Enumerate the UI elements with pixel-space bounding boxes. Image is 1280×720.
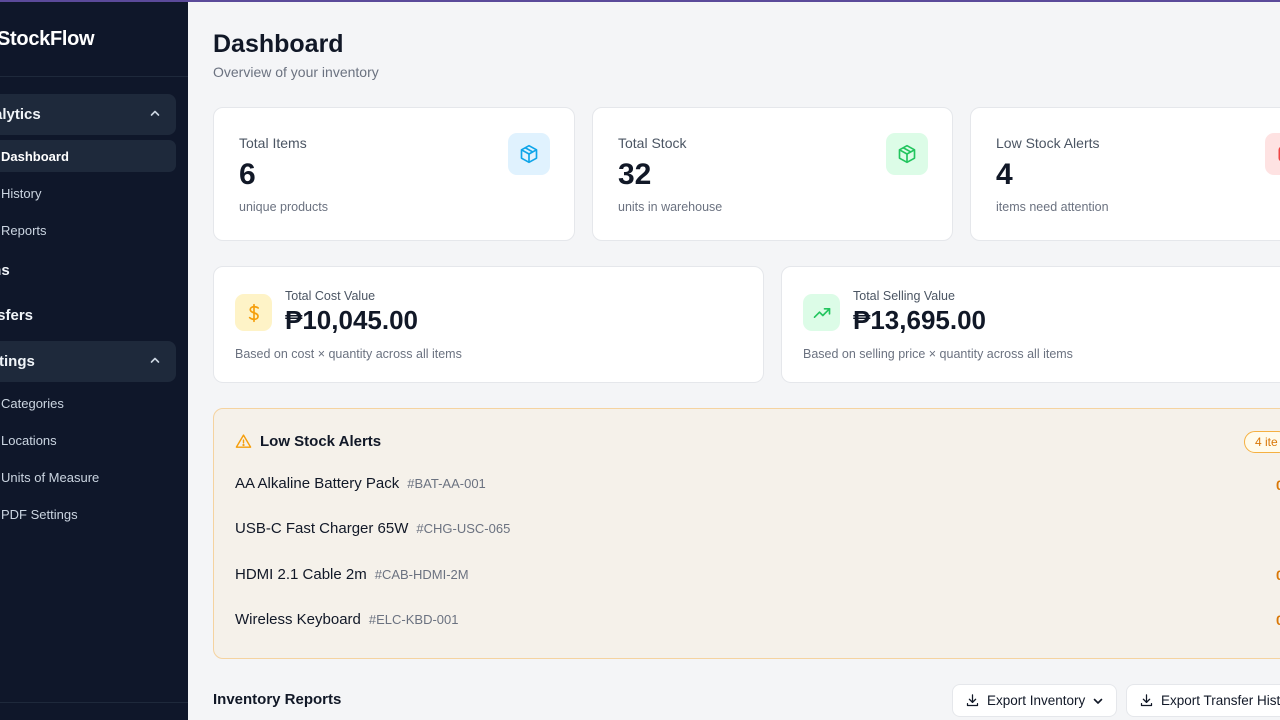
sidebar-item-locations[interactable]: Locations: [0, 424, 57, 456]
cube-icon: [508, 133, 550, 175]
sidebar-item-items[interactable]: ms: [0, 262, 10, 279]
sidebar-item-label: PDF Settings: [1, 506, 78, 522]
sidebar-item-dashboard[interactable]: Dashboard: [0, 140, 176, 172]
stat-card-total-stock: Total Stock 32 units in warehouse: [592, 107, 953, 241]
dollar-icon: [235, 294, 272, 331]
inventory-reports-title: Inventory Reports: [213, 691, 342, 708]
sidebar-group-label: ttings: [0, 353, 35, 370]
stat-sublabel: unique products: [239, 200, 328, 214]
sidebar-group-settings[interactable]: ttings: [0, 341, 176, 382]
sidebar-item-label: Categories: [1, 395, 64, 411]
stat-sublabel: units in warehouse: [618, 200, 723, 214]
sidebar-group-analytics[interactable]: alytics: [0, 94, 176, 135]
value-card-total-cost: Total Cost Value ₱10,045.00 Based on cos…: [213, 266, 764, 383]
list-item[interactable]: AA Alkaline Battery Pack #BAT-AA-001: [235, 475, 486, 492]
stat-card-total-items: Total Items 6 unique products: [213, 107, 575, 241]
sidebar-item-reports[interactable]: Reports: [0, 214, 47, 246]
item-name: USB-C Fast Charger 65W: [235, 520, 409, 537]
item-sku: #BAT-AA-001: [407, 476, 486, 491]
value-note: Based on cost × quantity across all item…: [235, 347, 462, 361]
item-name: Wireless Keyboard: [235, 611, 361, 628]
low-stock-alerts-title: Low Stock Alerts: [260, 433, 382, 450]
stat-label: Total Items: [239, 135, 307, 151]
warning-icon: [235, 434, 252, 448]
alert-icon: [1265, 133, 1280, 175]
stat-label: Low Stock Alerts: [996, 135, 1100, 151]
item-sku: #ELC-KBD-001: [368, 612, 459, 627]
sidebar-item-pdf-settings[interactable]: PDF Settings: [0, 498, 78, 530]
low-stock-alerts-panel: Low Stock Alerts 4 ite AA Alkaline Batte…: [213, 408, 1280, 659]
list-item[interactable]: Wireless Keyboard #ELC-KBD-001: [235, 611, 459, 628]
item-quantity: 0: [1276, 477, 1280, 493]
stat-label: Total Stock: [618, 135, 687, 151]
item-quantity: 0: [1276, 612, 1280, 628]
value-label: Total Cost Value: [285, 289, 376, 303]
chevron-down-icon: [1093, 698, 1103, 704]
download-icon: [1140, 694, 1153, 707]
page-title: Dashboard: [213, 30, 344, 58]
sidebar-item-label: History: [1, 185, 42, 201]
export-inventory-label: Export Inventory: [987, 693, 1086, 708]
list-item[interactable]: HDMI 2.1 Cable 2m #CAB-HDMI-2M: [235, 566, 469, 583]
app-logo[interactable]: StockFlow: [0, 28, 95, 51]
export-transfer-history-button[interactable]: Export Transfer Histo: [1126, 684, 1280, 717]
export-transfer-history-label: Export Transfer Histo: [1161, 693, 1280, 708]
item-name: HDMI 2.1 Cable 2m: [235, 566, 367, 583]
value-amount: ₱13,695.00: [853, 305, 987, 335]
download-icon: [966, 694, 979, 707]
sidebar-item-history[interactable]: History: [0, 177, 41, 209]
top-accent-line: [0, 0, 1280, 2]
item-sku: #CAB-HDMI-2M: [374, 567, 469, 582]
sidebar-item-units-of-measure[interactable]: Units of Measure: [0, 461, 99, 493]
sidebar-item-label: Dashboard: [1, 148, 69, 164]
value-note: Based on selling price × quantity across…: [803, 347, 1073, 361]
stat-card-low-stock-alerts: Low Stock Alerts 4 items need attention: [970, 107, 1280, 241]
sidebar-item-categories[interactable]: Categories: [0, 387, 64, 419]
sidebar-divider: [0, 76, 188, 77]
stat-sublabel: items need attention: [996, 200, 1109, 214]
value-label: Total Selling Value: [853, 289, 955, 303]
list-item[interactable]: USB-C Fast Charger 65W #CHG-USC-065: [235, 520, 510, 537]
sidebar-item-label: Reports: [1, 222, 47, 238]
stat-value: 4: [996, 158, 1013, 191]
stat-value: 6: [239, 158, 256, 191]
sidebar-divider: [0, 702, 188, 703]
chevron-up-icon: [150, 357, 160, 363]
page-subtitle: Overview of your inventory: [213, 64, 379, 80]
chevron-up-icon: [150, 110, 160, 116]
item-quantity: 0: [1276, 567, 1280, 583]
export-inventory-button[interactable]: Export Inventory: [952, 684, 1118, 717]
cube-icon: [886, 133, 928, 175]
sidebar-group-label: alytics: [0, 106, 41, 123]
value-card-total-selling: Total Selling Value ₱13,695.00 Based on …: [781, 266, 1280, 383]
main-content: Dashboard Overview of your inventory Tot…: [188, 0, 1280, 720]
stat-value: 32: [618, 158, 652, 191]
sidebar-item-transfers[interactable]: nsfers: [0, 307, 33, 324]
sidebar: StockFlow alytics Dashboard History Repo…: [0, 0, 188, 720]
sidebar-item-label: Units of Measure: [1, 469, 100, 485]
item-name: AA Alkaline Battery Pack: [235, 475, 400, 492]
item-sku: #CHG-USC-065: [416, 521, 511, 536]
trending-up-icon: [803, 294, 840, 331]
value-amount: ₱10,045.00: [285, 305, 419, 335]
low-stock-alerts-header: Low Stock Alerts: [235, 433, 381, 450]
sidebar-item-label: Locations: [1, 432, 57, 448]
low-stock-count-badge: 4 ite: [1244, 431, 1280, 453]
